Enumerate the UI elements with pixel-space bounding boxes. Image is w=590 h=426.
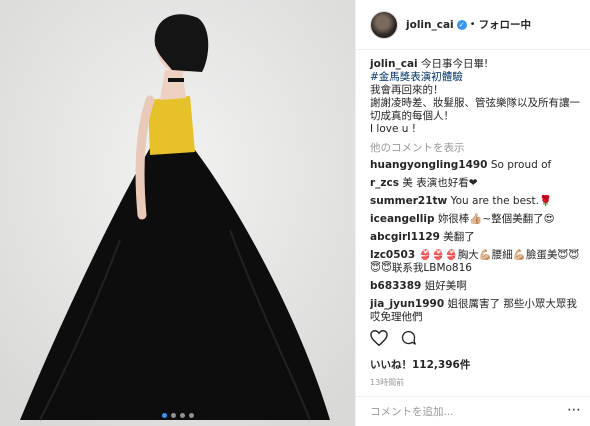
comment-username[interactable]: b683389 bbox=[370, 280, 421, 292]
post-timestamp[interactable]: 13時間前 bbox=[370, 377, 404, 388]
comment: iceangellip 妳很棒👍🏼~整個美翻了😍 bbox=[370, 213, 582, 226]
comment-text: 妳很棒👍🏼~整個美翻了😍 bbox=[437, 213, 555, 225]
add-comment-bar: ⋯ bbox=[356, 396, 590, 426]
separator-dot: • bbox=[469, 19, 476, 30]
photo-illustration bbox=[0, 0, 355, 426]
comment-username[interactable]: r_zcs bbox=[370, 177, 399, 189]
likes-count[interactable]: いいね！112,396件 bbox=[370, 357, 470, 372]
comment: r_zcs 美 表演也好看❤ bbox=[370, 177, 582, 190]
caption-line: I love u ! bbox=[370, 123, 416, 135]
comment: abcgirl1129 美翻了 bbox=[370, 231, 582, 244]
header-username[interactable]: jolin_cai bbox=[406, 19, 454, 31]
carousel-indicator bbox=[0, 413, 355, 418]
carousel-dot[interactable] bbox=[161, 413, 167, 418]
comment-text: You are the best.🌹 bbox=[450, 195, 553, 207]
caption-line: 我會再回來的！ bbox=[370, 84, 444, 96]
comment: jia_jyun1990 姐很厲害了 那些小眾大眾我哎免理他們 bbox=[370, 298, 582, 324]
carousel-dot[interactable] bbox=[188, 413, 194, 418]
comment-username[interactable]: lzc0503 bbox=[370, 249, 415, 261]
heart-icon[interactable] bbox=[370, 330, 388, 346]
comments-list: jolin_cai 今日事今日畢! #金馬獎表演初體驗 我會再回來的！ 謝謝凌時… bbox=[370, 58, 582, 329]
more-options-icon[interactable]: ⋯ bbox=[567, 403, 581, 417]
post-header: jolin_cai ✓ • フォロー中 bbox=[356, 0, 590, 50]
following-button[interactable]: フォロー中 bbox=[479, 17, 532, 32]
post-photo[interactable] bbox=[0, 0, 355, 426]
verified-icon: ✓ bbox=[456, 19, 467, 30]
comment: lzc0503 👙👙👙胸大💪🏼腰細💪🏼臉蛋美😇😇😇😇联系我LBMo816 bbox=[370, 249, 582, 275]
comment-text: 姐好美啊 bbox=[424, 280, 467, 292]
comment-username[interactable]: abcgirl1129 bbox=[370, 231, 440, 243]
load-more-comments[interactable]: 他のコメントを表示 bbox=[370, 142, 582, 155]
post-side-panel: jolin_cai ✓ • フォロー中 jolin_cai 今日事今日畢! #金… bbox=[355, 0, 590, 426]
add-comment-input[interactable] bbox=[370, 405, 560, 418]
comment-text: So proud of bbox=[490, 159, 552, 171]
avatar[interactable] bbox=[370, 10, 398, 39]
caption-line: 今日事今日畢! bbox=[421, 58, 489, 70]
carousel-dot[interactable] bbox=[170, 413, 176, 418]
caption-line: 謝謝凌時差、妝髮服、管弦樂隊以及所有讓一切成真的每個人！ bbox=[370, 97, 580, 122]
comment-text: 美翻了 bbox=[443, 231, 475, 243]
comment-username[interactable]: iceangellip bbox=[370, 213, 434, 225]
comment-username[interactable]: summer21tw bbox=[370, 195, 447, 207]
post-actions bbox=[370, 330, 417, 346]
hashtag-link[interactable]: #金馬獎表演初體驗 bbox=[370, 71, 582, 84]
caption-username[interactable]: jolin_cai bbox=[370, 58, 418, 70]
comment-text: 美 表演也好看❤ bbox=[402, 177, 478, 189]
comment: b683389 姐好美啊 bbox=[370, 280, 582, 293]
comment: huangyongling1490 So proud of bbox=[370, 159, 582, 172]
caption: jolin_cai 今日事今日畢! #金馬獎表演初體驗 我會再回來的！ 謝謝凌時… bbox=[370, 58, 582, 136]
comment-icon[interactable] bbox=[400, 330, 417, 346]
comment-username[interactable]: huangyongling1490 bbox=[370, 159, 488, 171]
comment: summer21tw You are the best.🌹 bbox=[370, 195, 582, 208]
comment-username[interactable]: jia_jyun1990 bbox=[370, 298, 444, 310]
carousel-dot[interactable] bbox=[179, 413, 185, 418]
